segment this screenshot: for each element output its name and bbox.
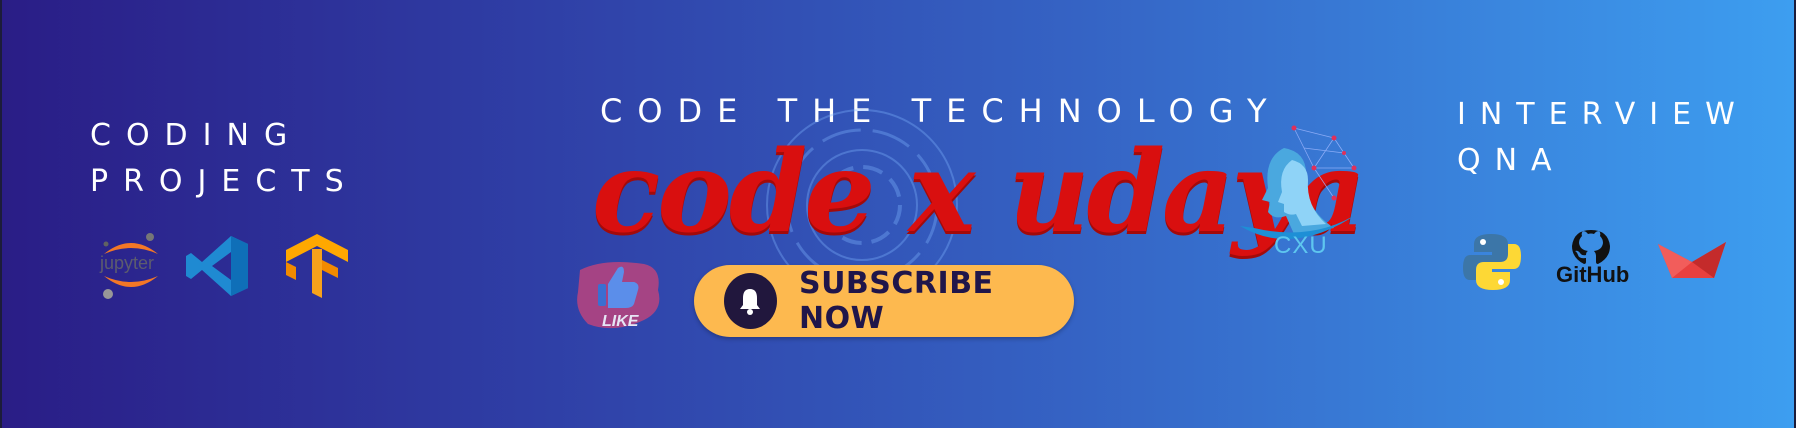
tensorflow-icon (286, 234, 348, 298)
interview-qna-line2: QNA (1457, 143, 1566, 178)
scikit-boat-icon (1658, 242, 1726, 278)
coding-projects-line1: CODING (90, 118, 303, 153)
subscribe-label: SUBSCRIBE NOW (798, 266, 994, 336)
like-sticker-icon: LIKE (577, 262, 660, 330)
channel-banner: CODING PROJECTS jupyter CODE THE TECHNOL… (0, 0, 1796, 428)
coding-projects-title: CODING PROJECTS (90, 113, 359, 205)
python-icon (1463, 234, 1521, 290)
github-label: GitHub (1556, 262, 1630, 287)
subscribe-button[interactable]: SUBSCRIBE NOW (694, 265, 1074, 337)
vscode-icon (186, 236, 248, 296)
interview-qna-line1: INTERVIEW (1457, 97, 1749, 132)
like-sticker-label: LIKE (602, 313, 640, 330)
interview-qna-title: INTERVIEW QNA (1457, 92, 1749, 184)
cxu-logo-label: CXU (1274, 232, 1328, 259)
coding-projects-line2: PROJECTS (90, 164, 359, 199)
jupyter-label: jupyter (100, 253, 155, 273)
bell-icon (724, 273, 777, 329)
